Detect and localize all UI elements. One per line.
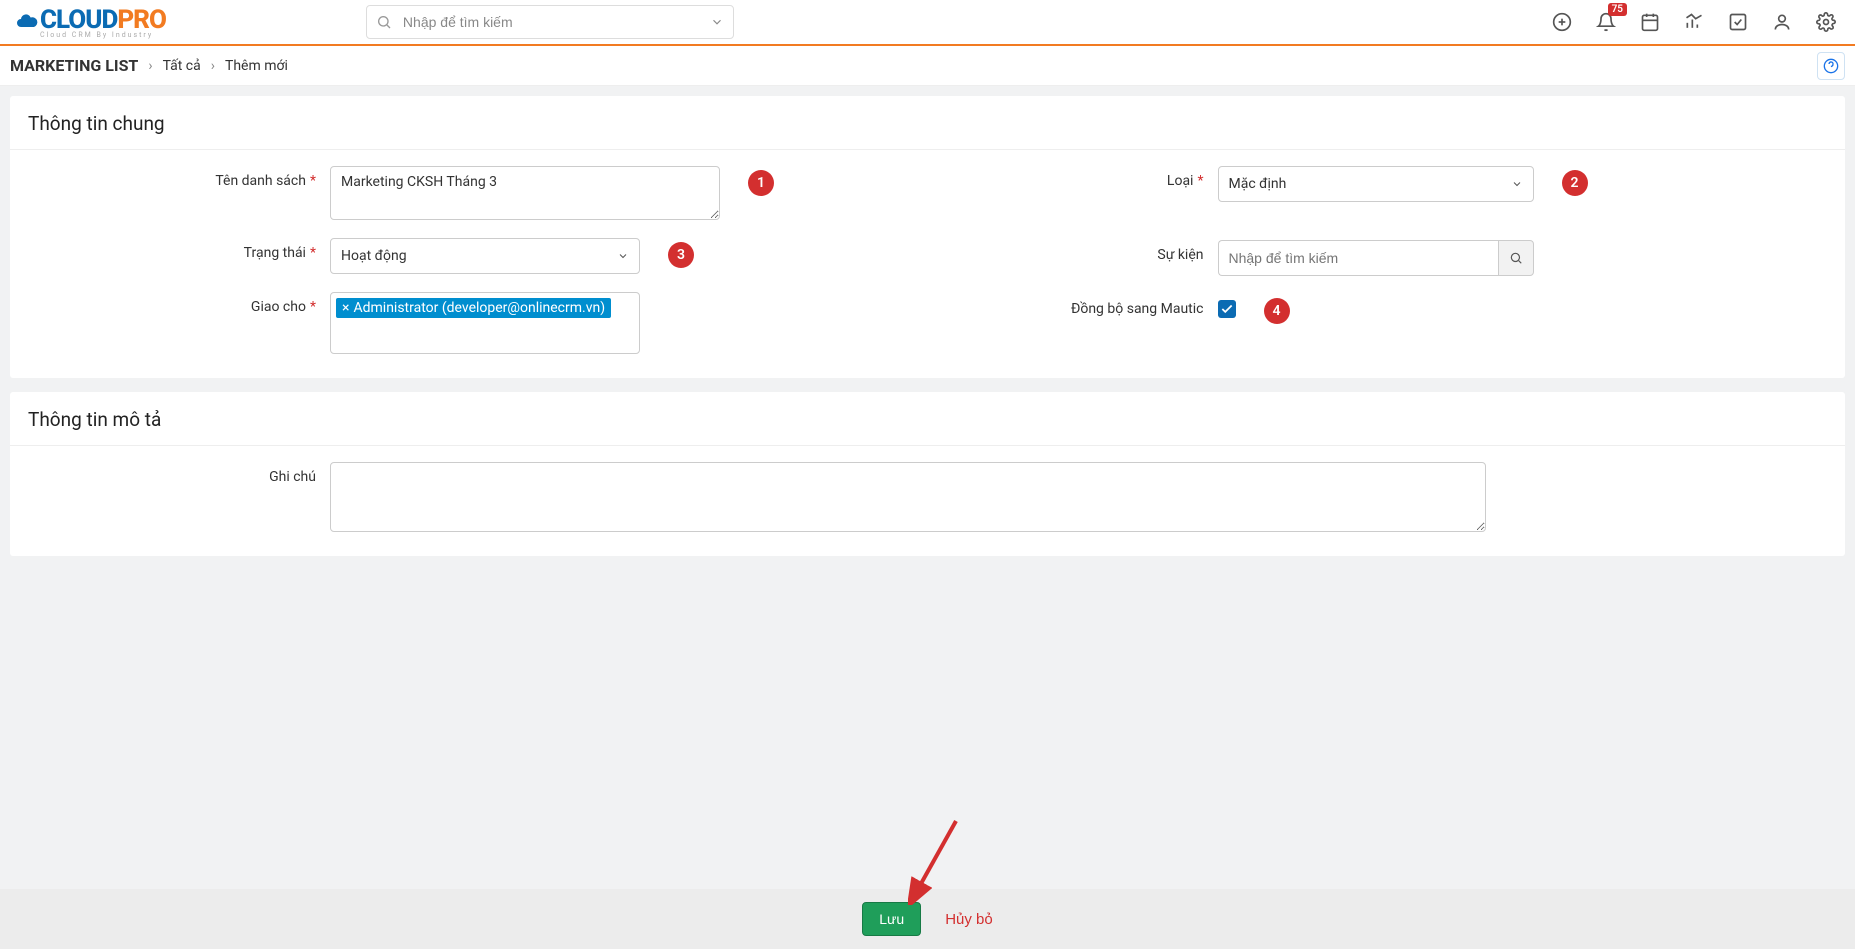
breadcrumb-link-all[interactable]: Tất cả xyxy=(163,58,201,74)
footer-bar: Lưu Hủy bỏ xyxy=(0,889,1855,949)
select-status[interactable]: Hoạt động xyxy=(330,238,640,274)
panel-title-description: Thông tin mô tả xyxy=(10,392,1845,445)
panel-description: Thông tin mô tả Ghi chú xyxy=(10,392,1845,556)
input-list-name[interactable] xyxy=(330,166,720,220)
logo-subtitle: Cloud CRM By Industry xyxy=(40,31,166,39)
select-type-value: Mặc định xyxy=(1229,176,1287,192)
annotation-bubble-3: 3 xyxy=(668,242,694,268)
assigned-tag-label: Administrator (developer@onlinecrm.vn) xyxy=(353,300,605,316)
label-status: Trạng thái xyxy=(244,245,306,261)
add-icon[interactable] xyxy=(1551,11,1573,33)
help-button[interactable] xyxy=(1817,52,1845,80)
annotation-bubble-4: 4 xyxy=(1264,298,1290,324)
chevron-down-icon[interactable] xyxy=(710,15,724,29)
tag-remove-icon[interactable]: × xyxy=(342,300,349,316)
breadcrumb-current: Thêm mới xyxy=(225,58,288,74)
calendar-icon[interactable] xyxy=(1639,11,1661,33)
label-sync-mautic: Đồng bộ sang Mautic xyxy=(1071,301,1204,317)
user-icon[interactable] xyxy=(1771,11,1793,33)
cancel-button[interactable]: Hủy bỏ xyxy=(945,911,993,928)
select-status-value: Hoạt động xyxy=(341,248,407,264)
event-search xyxy=(1218,240,1534,276)
required-marker: * xyxy=(310,173,316,189)
cloud-icon xyxy=(12,9,42,33)
chevron-down-icon xyxy=(617,250,629,262)
logo[interactable]: CLOUDPRO Cloud CRM By Industry xyxy=(12,5,166,39)
global-search xyxy=(366,5,734,39)
event-search-input[interactable] xyxy=(1218,240,1498,276)
check-icon xyxy=(1220,302,1234,316)
breadcrumb: MARKETING LIST › Tất cả › Thêm mới xyxy=(0,46,1855,86)
settings-icon[interactable] xyxy=(1815,11,1837,33)
global-search-input[interactable] xyxy=(366,5,734,39)
search-icon xyxy=(376,14,392,30)
required-marker: * xyxy=(1197,173,1203,189)
chevron-right-icon: › xyxy=(148,58,152,74)
checkbox-sync-mautic[interactable] xyxy=(1218,300,1236,318)
save-button[interactable]: Lưu xyxy=(862,902,921,936)
panel-title-general: Thông tin chung xyxy=(10,96,1845,149)
chevron-down-icon xyxy=(1511,178,1523,190)
help-icon xyxy=(1823,58,1839,74)
annotation-bubble-2: 2 xyxy=(1562,170,1588,196)
required-marker: * xyxy=(310,245,316,261)
breadcrumb-root[interactable]: MARKETING LIST xyxy=(10,56,138,75)
label-event: Sự kiện xyxy=(1157,247,1203,263)
required-marker: * xyxy=(310,299,316,315)
notification-badge: 75 xyxy=(1608,3,1627,16)
notifications-icon[interactable]: 75 xyxy=(1595,11,1617,33)
search-icon xyxy=(1509,251,1523,265)
label-assigned: Giao cho xyxy=(251,299,306,315)
input-assigned[interactable]: ×Administrator (developer@onlinecrm.vn) xyxy=(330,292,640,354)
event-search-button[interactable] xyxy=(1498,240,1534,276)
header-icon-bar: 75 xyxy=(1551,11,1837,33)
annotation-bubble-1: 1 xyxy=(748,170,774,196)
label-notes: Ghi chú xyxy=(269,469,316,485)
task-icon[interactable] xyxy=(1727,11,1749,33)
label-list-name: Tên danh sách xyxy=(215,173,306,189)
textarea-notes[interactable] xyxy=(330,462,1486,532)
assigned-tag[interactable]: ×Administrator (developer@onlinecrm.vn) xyxy=(336,298,611,318)
panel-general-info: Thông tin chung Tên danh sách* 1 Trạng t… xyxy=(10,96,1845,378)
top-header: CLOUDPRO Cloud CRM By Industry 75 xyxy=(0,0,1855,46)
select-type[interactable]: Mặc định xyxy=(1218,166,1534,202)
chevron-right-icon: › xyxy=(211,58,215,74)
chart-icon[interactable] xyxy=(1683,11,1705,33)
label-type: Loại xyxy=(1167,173,1194,189)
